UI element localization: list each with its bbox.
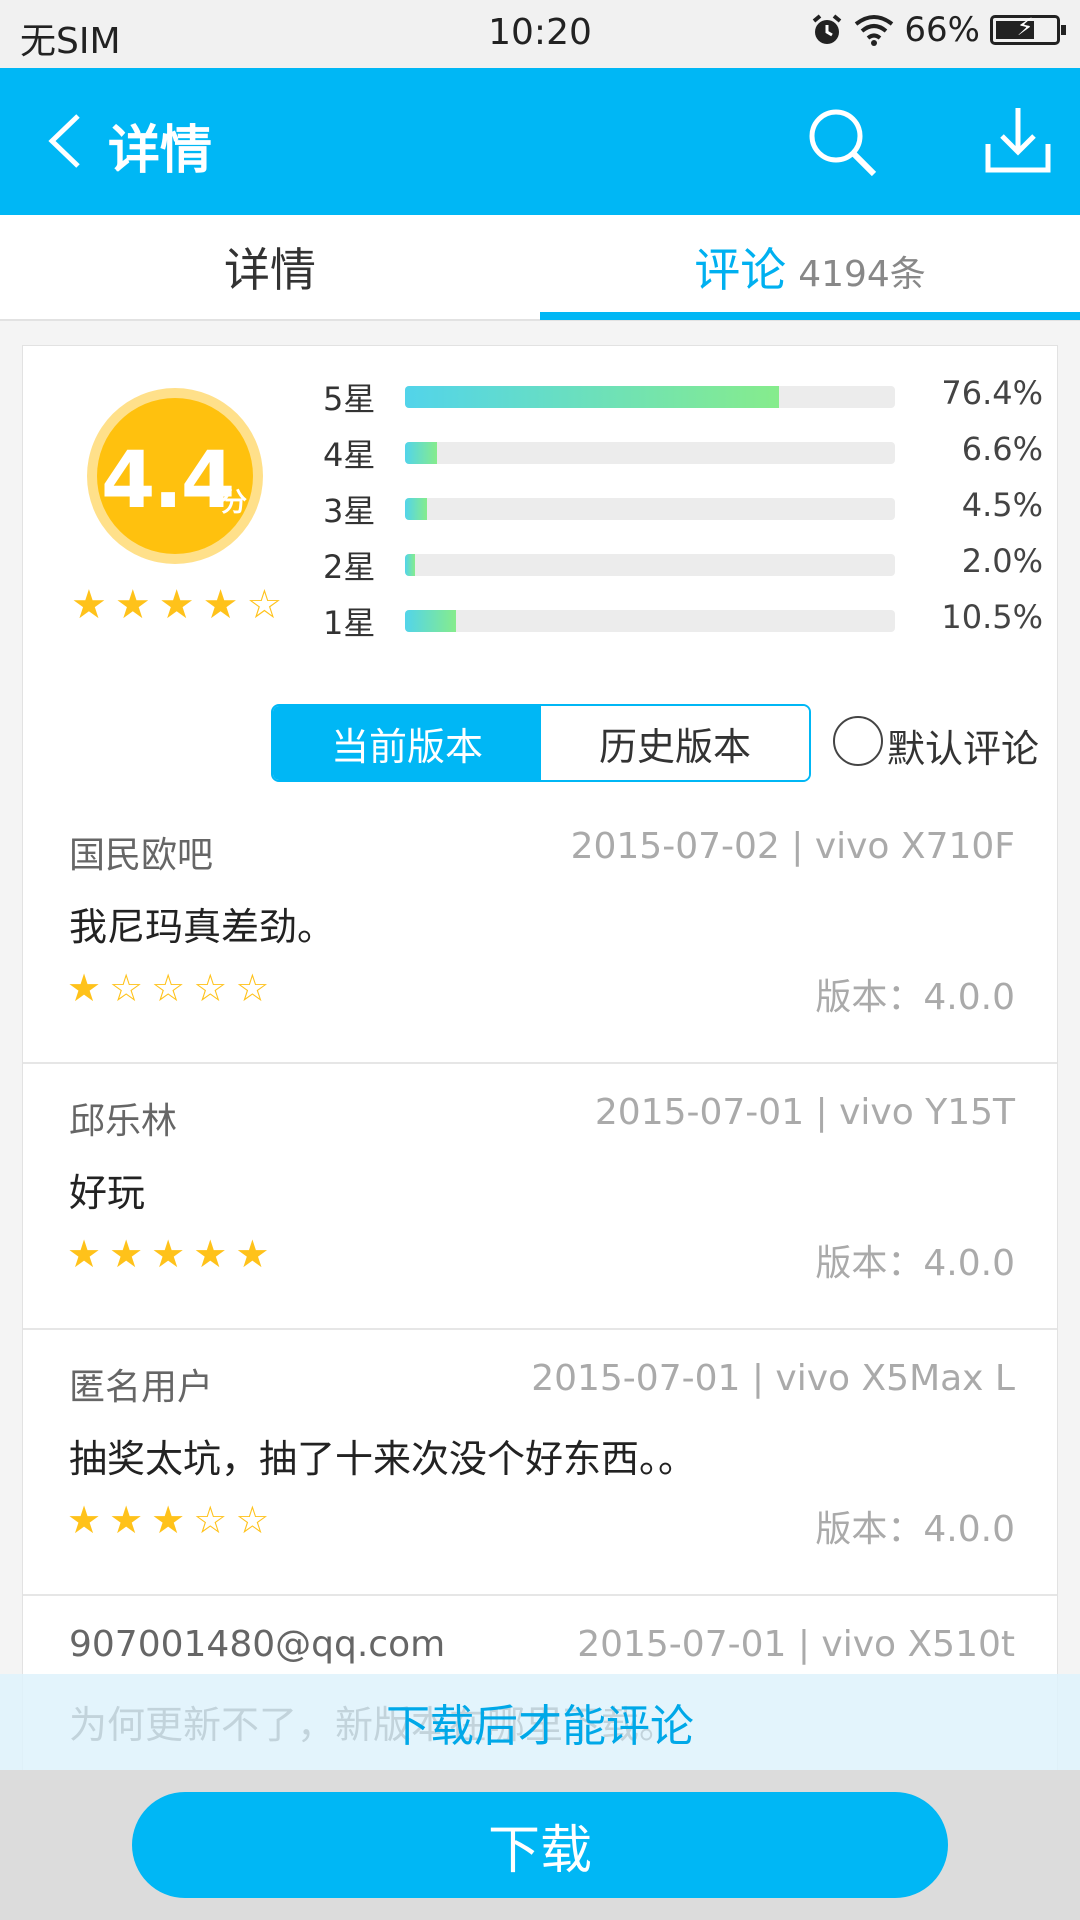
- star-empty-icon: ☆: [246, 582, 283, 628]
- review-version: 版本：4.0.0: [815, 1509, 1015, 1550]
- rating-row: 4星 6.6%: [323, 430, 1043, 474]
- rating-row-label: 3星: [323, 492, 376, 530]
- star-filled-icon: ★: [71, 582, 107, 628]
- download-to-comment-hint: 下载后才能评论: [0, 1674, 1080, 1770]
- star-empty-icon: ☆: [193, 966, 228, 1010]
- review-meta: 2015-07-02 | vivo X710F: [570, 826, 1015, 867]
- version-toggle: 当前版本 历史版本: [271, 704, 811, 782]
- review-user: 907001480@qq.com: [69, 1624, 446, 1665]
- star-filled-icon: ★: [67, 1498, 102, 1542]
- review-item: 匿名用户 2015-07-01 | vivo X5Max L 抽奖太坑，抽了十来次没…: [23, 1330, 1057, 1596]
- star-empty-icon: ☆: [235, 966, 270, 1010]
- history-version-button[interactable]: 历史版本: [541, 706, 809, 780]
- review-text: 我尼玛真差劲。: [69, 905, 336, 949]
- tab-comments-label: 评论: [694, 243, 787, 297]
- tab-bar: 详情 评论 4194条: [0, 215, 1080, 321]
- star-filled-icon: ★: [114, 582, 151, 628]
- star-empty-icon: ☆: [151, 966, 186, 1010]
- overall-stars: ★ ★ ★ ★ ☆: [71, 582, 282, 628]
- rating-row-percent: 76.4%: [941, 374, 1043, 412]
- rating-bar-fill: [405, 610, 457, 632]
- page-title: 详情: [108, 121, 213, 181]
- default-sort-label[interactable]: 默认评论: [887, 718, 1039, 773]
- rating-bar-fill: [405, 386, 780, 408]
- rating-row-percent: 6.6%: [961, 430, 1043, 468]
- score-unit: 分: [221, 488, 248, 518]
- rating-row-percent: 2.0%: [961, 542, 1043, 580]
- rating-bar-track: [405, 498, 895, 520]
- review-meta: 2015-07-01 | vivo Y15T: [594, 1092, 1015, 1133]
- battery-percent: 66%: [904, 10, 980, 50]
- review-item: 国民欧吧 2015-07-02 | vivo X710F 我尼玛真差劲。 ★ ☆ ☆ ☆ ☆ 版…: [23, 798, 1057, 1064]
- star-empty-icon: ☆: [235, 1498, 270, 1542]
- score-value: 4.4: [101, 436, 235, 526]
- review-item: 邱乐林 2015-07-01 | vivo Y15T 好玩 ★ ★ ★ ★ ★ 版本：4.0.0: [23, 1064, 1057, 1330]
- rating-row-label: 2星: [323, 548, 376, 586]
- review-stars: ★ ☆ ☆ ☆ ☆: [67, 966, 269, 1010]
- review-version: 版本：4.0.0: [815, 1243, 1015, 1284]
- rating-bar-track: [405, 554, 895, 576]
- star-empty-icon: ☆: [109, 966, 144, 1010]
- star-filled-icon: ★: [109, 1498, 144, 1542]
- status-right: 66% ⚡: [810, 10, 1066, 50]
- rating-bar-fill: [405, 442, 438, 464]
- tab-details[interactable]: 详情: [0, 215, 540, 319]
- rating-row-percent: 4.5%: [961, 486, 1043, 524]
- wifi-icon: [855, 15, 894, 46]
- rating-row-label: 1星: [323, 604, 376, 642]
- rating-row-label: 5星: [323, 380, 376, 418]
- review-user: 国民欧吧: [69, 835, 214, 876]
- rating-bar-fill: [405, 498, 428, 520]
- default-sort-radio[interactable]: [833, 716, 883, 766]
- rating-bar-fill: [405, 554, 415, 576]
- review-text: 好玩: [69, 1171, 146, 1215]
- tab-comments[interactable]: 评论 4194条: [540, 215, 1080, 319]
- star-filled-icon: ★: [109, 1232, 144, 1276]
- alarm-icon: [813, 14, 842, 44]
- star-filled-icon: ★: [202, 582, 239, 628]
- battery-icon: ⚡: [990, 13, 1066, 45]
- star-filled-icon: ★: [235, 1232, 270, 1276]
- rating-row: 2星 2.0%: [323, 542, 1043, 586]
- review-version: 版本：4.0.0: [815, 977, 1015, 1018]
- rating-bar-track: [405, 610, 895, 632]
- review-meta: 2015-07-01 | vivo X510t: [577, 1624, 1015, 1665]
- rating-row-percent: 10.5%: [941, 598, 1043, 636]
- rating-row: 1星 10.5%: [323, 598, 1043, 642]
- star-filled-icon: ★: [151, 1232, 186, 1276]
- download-icon[interactable]: [982, 104, 1054, 180]
- bottom-bar: 下载: [0, 1770, 1080, 1920]
- star-empty-icon: ☆: [193, 1498, 228, 1542]
- rating-row: 5星 76.4%: [323, 374, 1043, 418]
- score-badge: 4.4 分: [85, 386, 265, 566]
- active-tab-indicator: [540, 312, 1080, 320]
- review-text: 抽奖太坑，抽了十来次没个好东西。。: [69, 1437, 697, 1481]
- back-icon[interactable]: [40, 108, 100, 174]
- rating-bar-track: [405, 386, 895, 408]
- rating-row: 3星 4.5%: [323, 486, 1043, 530]
- review-meta: 2015-07-01 | vivo X5Max L: [531, 1358, 1015, 1399]
- review-stars: ★ ★ ★ ★ ★: [67, 1232, 269, 1276]
- star-filled-icon: ★: [193, 1232, 228, 1276]
- star-filled-icon: ★: [67, 966, 102, 1010]
- tab-comments-count: 4194条: [798, 254, 926, 295]
- star-filled-icon: ★: [151, 1498, 186, 1542]
- review-stars: ★ ★ ★ ☆ ☆: [67, 1498, 269, 1542]
- rating-bar-track: [405, 442, 895, 464]
- review-user: 匿名用户: [69, 1367, 214, 1408]
- review-user: 邱乐林: [69, 1101, 178, 1142]
- download-button[interactable]: 下载: [132, 1792, 948, 1898]
- status-bar: 无SIM 10:20 66% ⚡: [0, 0, 1080, 68]
- star-filled-icon: ★: [158, 582, 195, 628]
- current-version-button[interactable]: 当前版本: [273, 706, 541, 780]
- rating-row-label: 4星: [323, 436, 376, 474]
- reviews-card: 4.4 分 ★ ★ ★ ★ ☆ 5星 76.4% 4星 6.6% 3星 4.5% 2星 2.0% 1星 1…: [22, 345, 1058, 1785]
- search-icon[interactable]: [804, 104, 880, 180]
- star-filled-icon: ★: [67, 1232, 102, 1276]
- app-header: 详情: [0, 68, 1080, 215]
